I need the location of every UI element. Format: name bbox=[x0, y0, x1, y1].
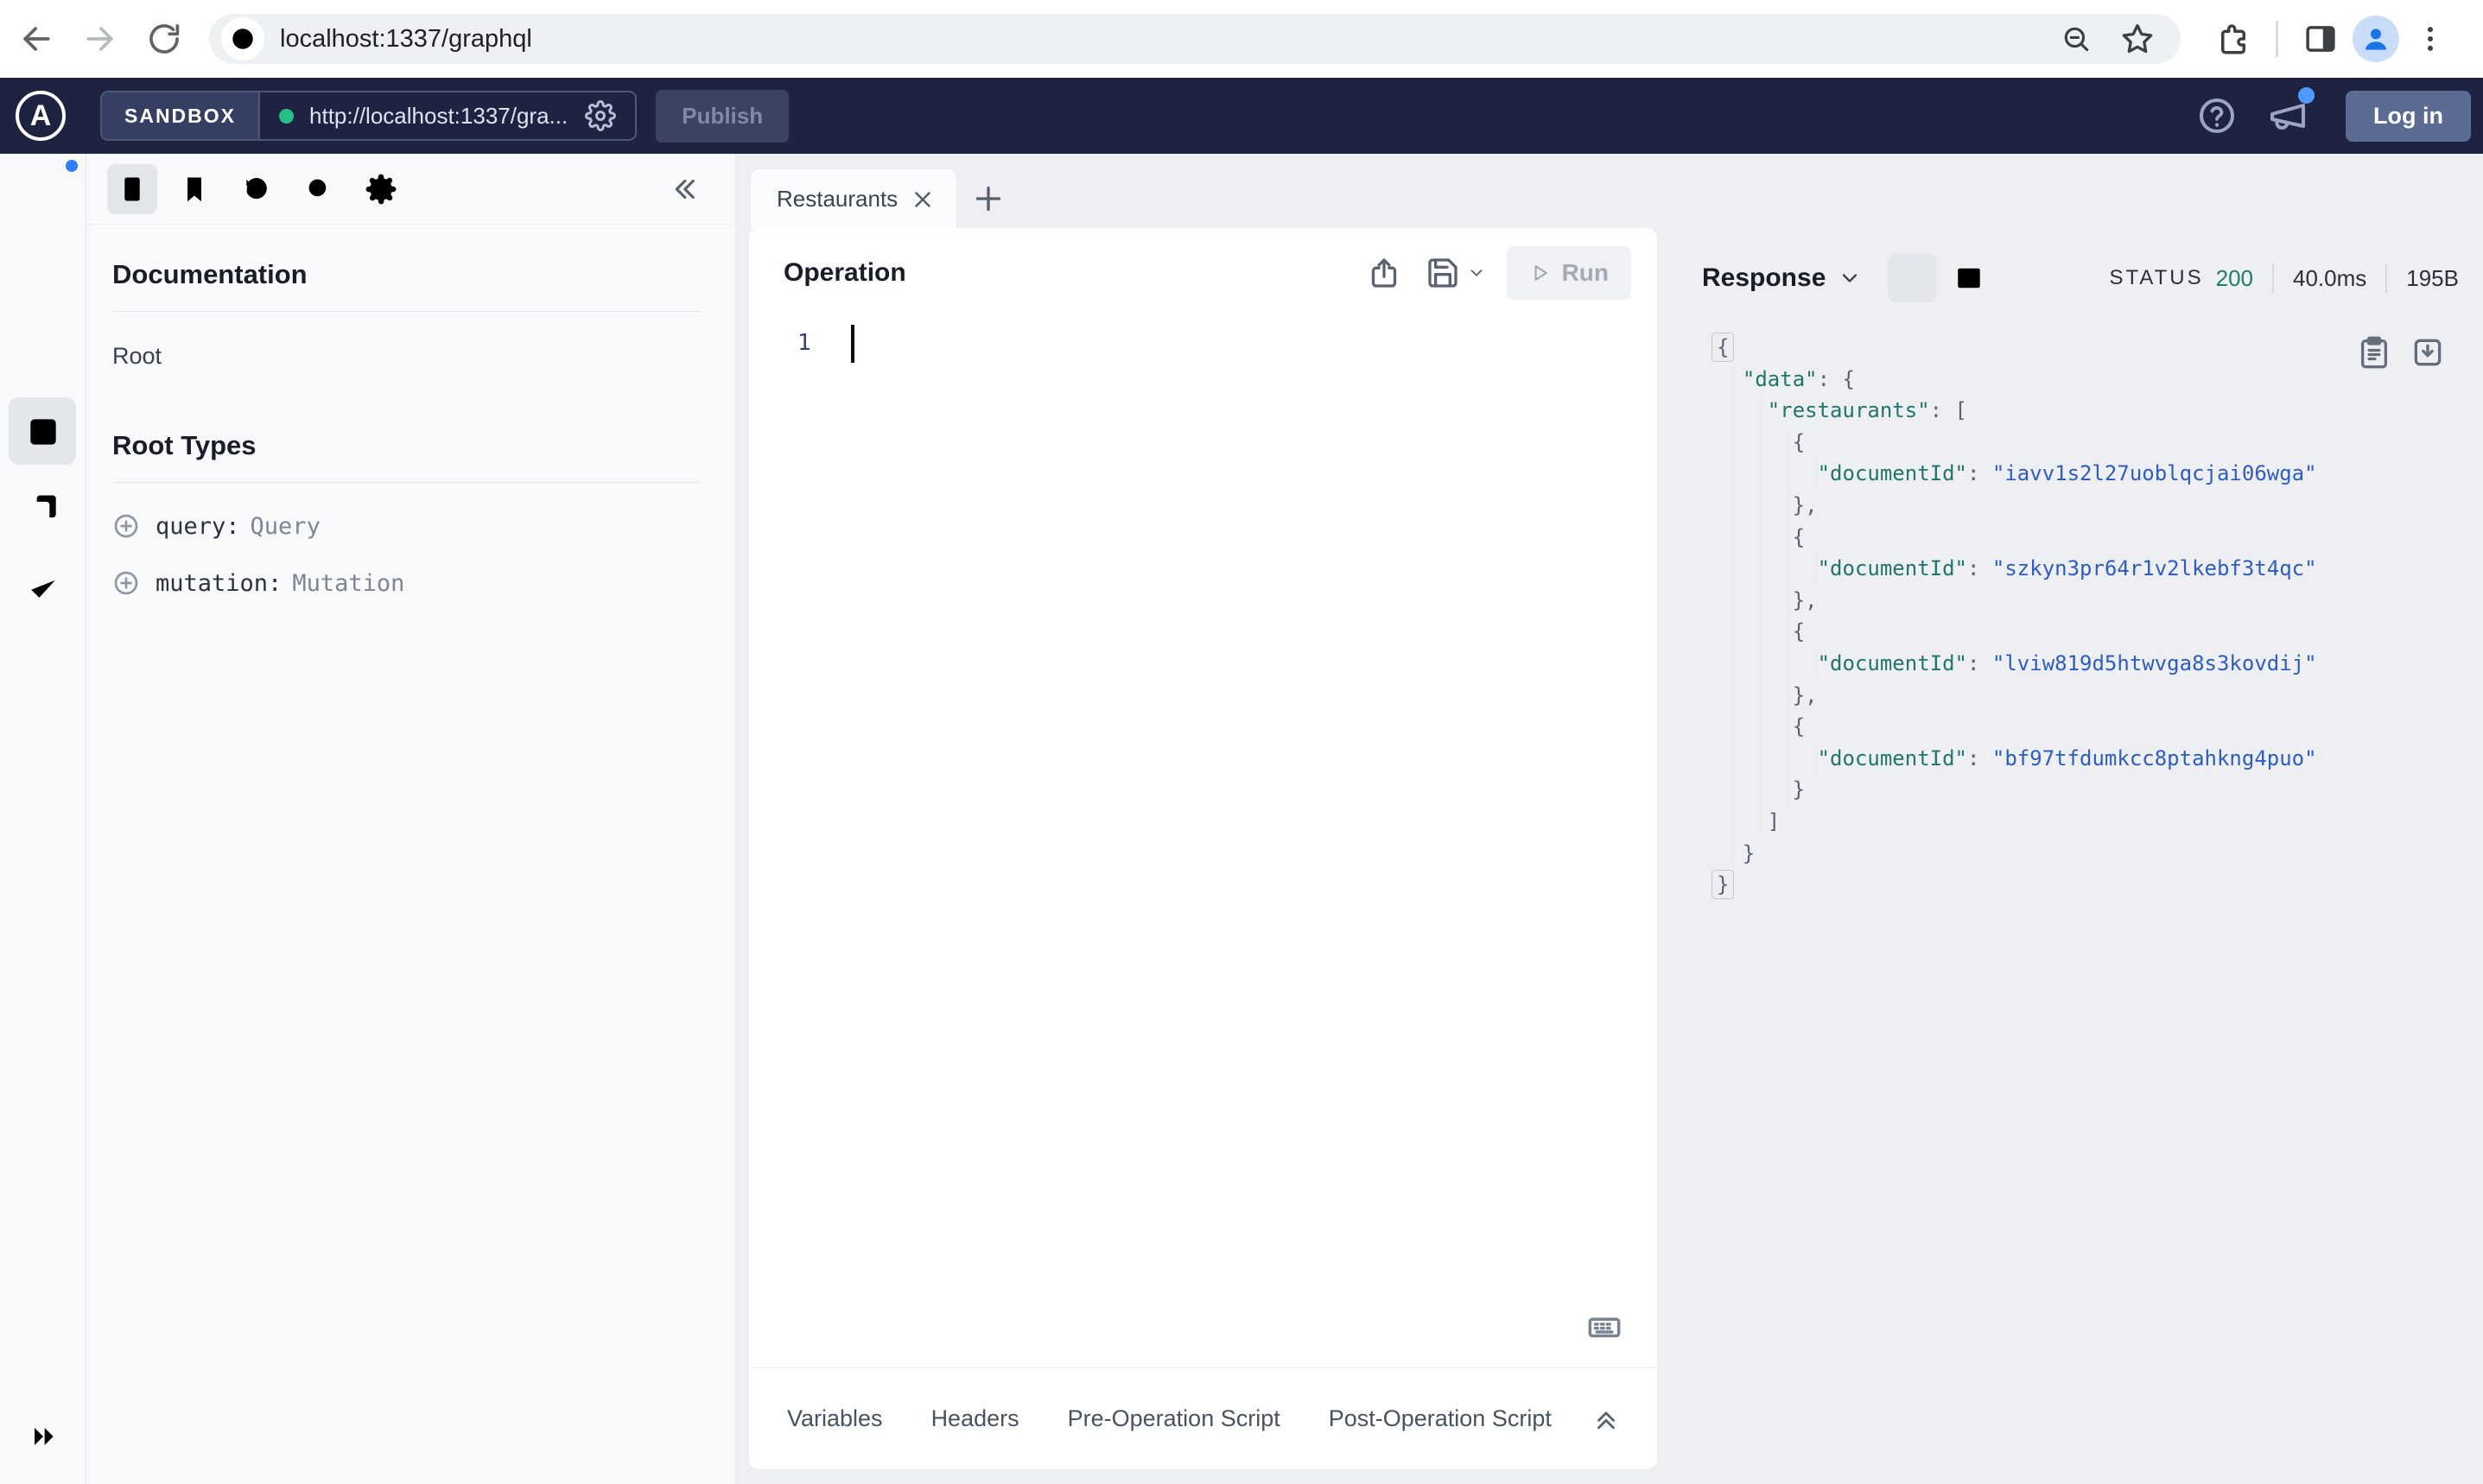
divider bbox=[112, 311, 701, 312]
browser-chrome: localhost:1337/graphql bbox=[0, 0, 2483, 78]
response-json: { "data": { "restaurants": [ { "document… bbox=[1711, 332, 2426, 901]
field-name: query: bbox=[156, 512, 240, 540]
response-title[interactable]: Response bbox=[1702, 263, 1826, 293]
work-area: Restaurants Operation Run 1 Variables He… bbox=[736, 154, 2483, 1484]
reload-icon[interactable] bbox=[137, 11, 192, 67]
save-options-chevron-icon[interactable] bbox=[1467, 263, 1486, 282]
operation-footer: Variables Headers Pre-Operation Script P… bbox=[749, 1367, 1657, 1469]
side-panel-icon[interactable] bbox=[2302, 21, 2339, 57]
back-icon[interactable] bbox=[9, 11, 64, 67]
site-info-icon[interactable] bbox=[221, 17, 264, 60]
browser-menu-icon[interactable] bbox=[2413, 22, 2448, 56]
save-icon[interactable] bbox=[1426, 256, 1460, 290]
bookmark-star-icon[interactable] bbox=[2120, 22, 2155, 56]
text-cursor bbox=[851, 325, 854, 363]
connection-settings-icon[interactable] bbox=[585, 100, 617, 131]
operation-panel: Operation Run 1 Variables Headers Pre-Op… bbox=[749, 228, 1657, 1469]
keyboard-shortcuts-icon[interactable] bbox=[1586, 1309, 1623, 1345]
tab-headers[interactable]: Headers bbox=[931, 1405, 1019, 1432]
settings-icon[interactable] bbox=[356, 164, 406, 214]
divider bbox=[2385, 263, 2388, 293]
field-type: Query bbox=[250, 512, 321, 540]
collapse-footer-icon[interactable] bbox=[1591, 1405, 1621, 1434]
root-types-title: Root Types bbox=[112, 430, 257, 460]
graph-notification-dot bbox=[66, 160, 78, 172]
response-dropdown-chevron-icon[interactable] bbox=[1838, 266, 1862, 290]
field-name: mutation: bbox=[156, 569, 283, 597]
graph-icon[interactable] bbox=[24, 335, 62, 377]
divider bbox=[2272, 263, 2274, 293]
sandbox-badge: SANDBOX bbox=[102, 92, 261, 139]
apollo-logo: A bbox=[16, 91, 66, 141]
status-code: 200 bbox=[2215, 264, 2253, 291]
new-tab-icon[interactable] bbox=[971, 181, 1006, 216]
documentation-title: Documentation bbox=[112, 259, 308, 289]
run-button[interactable]: Run bbox=[1506, 246, 1631, 300]
documentation-tab-icon[interactable] bbox=[107, 163, 157, 214]
response-json-area: { "data": { "restaurants": [ { "document… bbox=[1711, 332, 2426, 901]
announcements-icon[interactable] bbox=[2267, 87, 2315, 136]
announcement-badge bbox=[2298, 87, 2315, 104]
table-view-toggle-icon[interactable] bbox=[1945, 254, 1993, 302]
tab-restaurants[interactable]: Restaurants bbox=[750, 168, 957, 229]
publish-button[interactable]: Publish bbox=[656, 89, 790, 143]
checks-icon[interactable] bbox=[24, 568, 62, 611]
tab-pre-operation-script[interactable]: Pre-Operation Script bbox=[1068, 1405, 1280, 1432]
divider bbox=[112, 482, 701, 483]
doc-toolbar bbox=[86, 154, 735, 225]
changesets-icon[interactable] bbox=[24, 491, 62, 533]
extensions-icon[interactable] bbox=[2215, 21, 2251, 57]
close-tab-icon[interactable] bbox=[910, 187, 936, 212]
response-duration: 40.0ms bbox=[2293, 264, 2367, 291]
url-bar[interactable]: localhost:1337/graphql bbox=[209, 14, 2181, 64]
connection-status-dot bbox=[279, 108, 295, 124]
operation-title: Operation bbox=[784, 258, 906, 287]
endpoint-group: SANDBOX http://localhost:1337/gra... bbox=[100, 91, 638, 141]
tab-variables[interactable]: Variables bbox=[787, 1405, 883, 1432]
zoom-out-icon[interactable] bbox=[2060, 22, 2092, 55]
expand-sidebar-icon[interactable] bbox=[26, 1419, 60, 1458]
tab-label: Restaurants bbox=[777, 186, 899, 212]
help-icon[interactable] bbox=[2196, 95, 2238, 136]
forward-icon[interactable] bbox=[73, 11, 128, 67]
response-size: 195B bbox=[2406, 264, 2459, 291]
login-button[interactable]: Log in bbox=[2346, 90, 2471, 142]
collapse-panel-icon[interactable] bbox=[668, 173, 701, 206]
url-text: localhost:1337/graphql bbox=[280, 24, 532, 53]
history-icon[interactable] bbox=[232, 164, 282, 214]
explorer-icon[interactable] bbox=[24, 413, 62, 455]
profile-avatar[interactable] bbox=[2353, 16, 2399, 62]
add-field-icon[interactable] bbox=[112, 569, 140, 597]
endpoint-url-input[interactable]: http://localhost:1337/gra... bbox=[260, 92, 635, 139]
search-icon[interactable] bbox=[294, 164, 344, 214]
text-view-toggle-icon[interactable] bbox=[1888, 254, 1937, 302]
line-number: 1 bbox=[797, 330, 811, 356]
tab-post-operation-script[interactable]: Post-Operation Script bbox=[1329, 1405, 1552, 1432]
field-type: Mutation bbox=[292, 569, 405, 597]
query-type-row[interactable]: query: Query bbox=[112, 512, 701, 540]
endpoint-url-text: http://localhost:1337/gra... bbox=[309, 102, 568, 129]
toolbar-divider bbox=[2276, 21, 2278, 57]
bookmarks-icon[interactable] bbox=[169, 164, 219, 214]
documentation-panel: Documentation Root Root Types query: Que… bbox=[86, 154, 736, 1484]
play-icon bbox=[1529, 262, 1552, 284]
left-icon-strip bbox=[0, 154, 86, 1484]
main-area: Documentation Root Root Types query: Que… bbox=[0, 154, 2483, 1484]
response-panel: Response STATUS 200 40.0ms 195B {"data"… bbox=[1657, 154, 2483, 1484]
app-header: A SANDBOX http://localhost:1337/gra... P… bbox=[0, 78, 2483, 154]
share-icon[interactable] bbox=[1367, 256, 1401, 290]
operation-editor[interactable]: 1 bbox=[749, 318, 1657, 1367]
add-field-icon[interactable] bbox=[112, 512, 140, 540]
mutation-type-row[interactable]: mutation: Mutation bbox=[112, 569, 701, 597]
status-label: STATUS bbox=[2109, 266, 2204, 289]
root-link[interactable]: Root bbox=[112, 343, 701, 370]
